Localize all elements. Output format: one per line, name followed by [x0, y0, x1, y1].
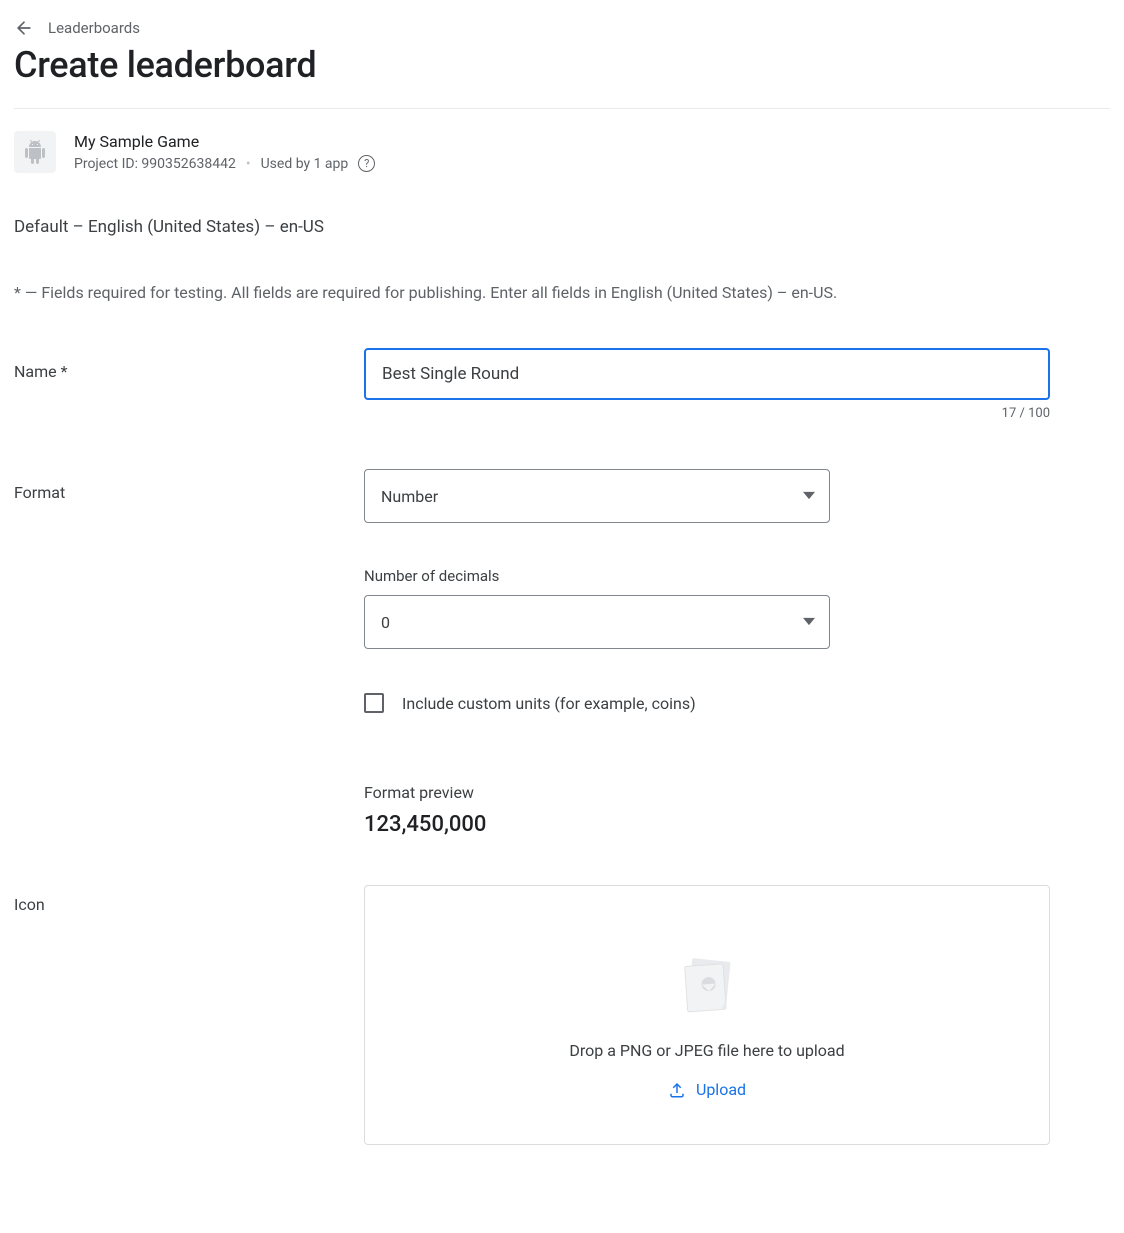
name-row: Name * 17 / 100: [14, 348, 1110, 421]
divider: [14, 108, 1110, 109]
project-usage: Used by 1 app: [261, 156, 349, 172]
file-stack-icon: [672, 951, 742, 1021]
format-select[interactable]: Number: [364, 469, 830, 523]
chevron-down-icon: [803, 613, 815, 632]
page-title: Create leaderboard: [14, 44, 1110, 86]
back-arrow-icon[interactable]: [14, 18, 34, 38]
name-input[interactable]: [364, 348, 1050, 400]
icon-label: Icon: [14, 885, 364, 914]
decimals-select-value: 0: [381, 613, 390, 632]
chevron-down-icon: [803, 487, 815, 506]
name-char-counter: 17 / 100: [364, 406, 1050, 421]
decimals-select[interactable]: 0: [364, 595, 830, 649]
upload-button[interactable]: Upload: [668, 1080, 746, 1099]
custom-units-label: Include custom units (for example, coins…: [402, 694, 696, 713]
format-label: Format: [14, 469, 364, 502]
dropzone-text: Drop a PNG or JPEG file here to upload: [569, 1041, 844, 1060]
breadcrumb: Leaderboards: [14, 18, 1110, 38]
icon-dropzone[interactable]: Drop a PNG or JPEG file here to upload U…: [364, 885, 1050, 1145]
project-name: My Sample Game: [74, 132, 375, 151]
locale-text: Default – English (United States) – en-U…: [14, 217, 1110, 237]
format-row: Format Number Number of decimals 0 Inclu…: [14, 469, 1110, 837]
name-label: Name *: [14, 348, 364, 381]
decimals-label: Number of decimals: [364, 567, 1050, 585]
help-icon[interactable]: ?: [358, 155, 375, 172]
project-header: My Sample Game Project ID: 990352638442 …: [14, 131, 1110, 173]
upload-icon: [668, 1081, 686, 1099]
upload-label: Upload: [696, 1080, 746, 1099]
icon-row: Icon Drop a PNG or JPEG file here to upl…: [14, 885, 1110, 1145]
format-preview-value: 123,450,000: [364, 812, 1050, 837]
format-preview-label: Format preview: [364, 783, 1050, 802]
format-select-value: Number: [381, 487, 438, 506]
project-id: Project ID: 990352638442: [74, 156, 236, 172]
separator-dot: •: [246, 156, 251, 172]
breadcrumb-parent[interactable]: Leaderboards: [48, 19, 140, 37]
custom-units-checkbox[interactable]: [364, 693, 384, 713]
android-icon: [14, 131, 56, 173]
required-fields-hint: * — Fields required for testing. All fie…: [14, 283, 1110, 302]
